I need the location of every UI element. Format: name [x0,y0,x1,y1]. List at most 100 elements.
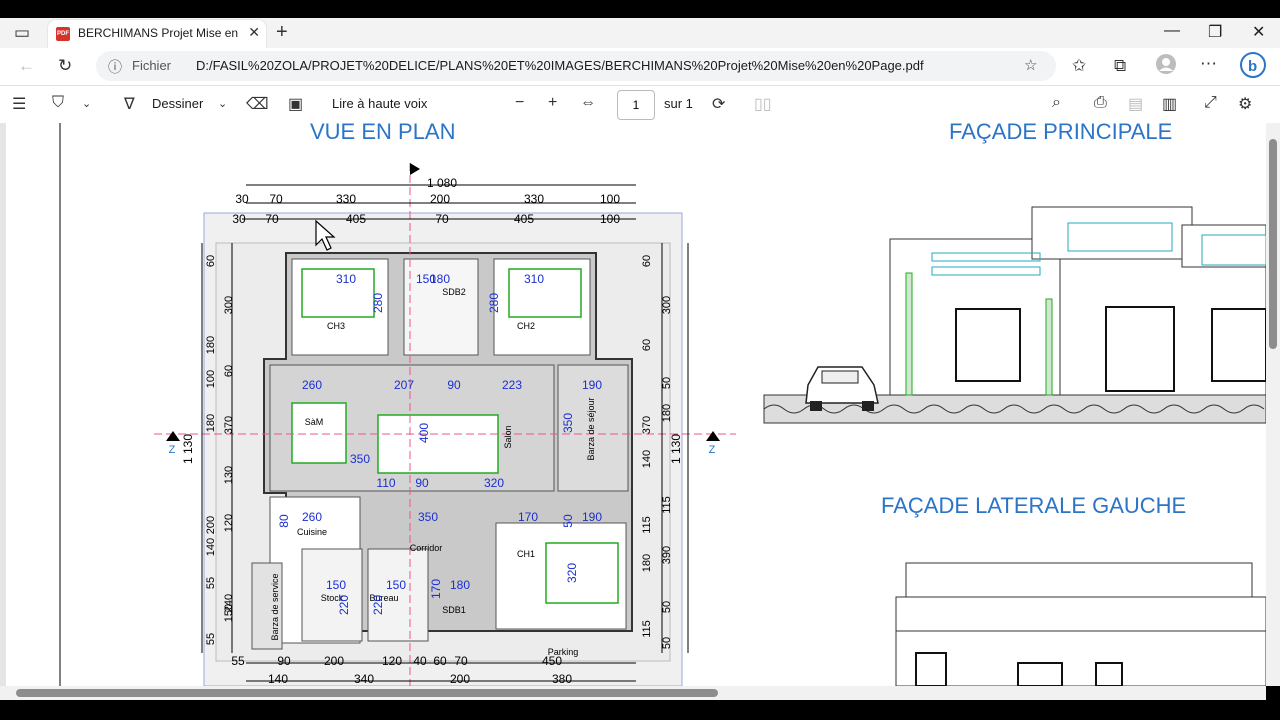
close-icon[interactable]: ✕ [248,24,260,41]
bottom-dim-label: 70 [454,654,468,668]
address-url[interactable]: D:/FASIL%20ZOLA/PROJET%20DELICE/PLANS%20… [196,58,924,73]
left-dim-label: 130 [223,466,235,484]
room-label: Salon [503,425,513,448]
tab-pdf[interactable]: PDF BERCHIMANS Projet Mise en Page ✕ [48,20,266,48]
bottom-dim-label: 120 [382,654,402,668]
left-dim-label: 100 [205,370,217,388]
room-dim-label: 180 [430,272,450,286]
more-menu-icon[interactable]: ⋯ [1200,54,1217,74]
room-dim-label: 180 [450,578,470,592]
bottom-dim-label: 55 [231,654,245,668]
top-dim-label: 70 [269,192,283,206]
room-label: CH1 [517,549,535,559]
eraser-icon[interactable]: ⌫ [246,94,269,114]
room-label: CH3 [327,321,345,331]
bing-icon[interactable]: b [1240,52,1266,83]
read-aloud-button[interactable]: Lire à haute voix [332,96,427,111]
bottom-dim-label: 140 [268,672,288,686]
right-dim-label: 370 [641,416,653,434]
bottom-dim-label: 200 [324,654,344,668]
restore-icon[interactable]: ❐ [1208,22,1222,42]
refresh-icon[interactable]: ↻ [58,56,72,76]
room-dim-label: 260 [302,510,322,524]
info-icon[interactable]: ⓘ [108,57,122,77]
window-close-icon[interactable]: ✕ [1252,22,1265,42]
draw-icon[interactable]: ∇ [124,94,135,114]
room-dim-label: 190 [582,510,602,524]
room-dim-label: 190 [582,378,602,392]
room-dim-label: 260 [302,378,322,392]
room-dim-label: 320 [484,476,504,490]
room-label: Cuisine [297,527,327,537]
bottom-dim-label: 40 [413,654,427,668]
left-dim-label: 55 [205,633,217,645]
back-icon[interactable]: ← [18,56,35,76]
facade-principale [763,206,1266,424]
minimize-icon[interactable]: — [1164,22,1180,40]
room-label: CH2 [517,321,535,331]
horizontal-scrollbar[interactable] [0,686,1266,700]
address-bar[interactable]: ⓘ Fichier D:/FASIL%20ZOLA/PROJET%20DELIC… [96,51,1056,81]
bottom-dim-label: 200 [450,672,470,686]
new-tab-button[interactable]: + [276,21,288,44]
address-scheme: Fichier [132,58,172,73]
highlight-icon[interactable]: ⛉ [52,94,64,112]
right-dim-label: 115 [661,496,673,514]
fit-width-icon[interactable]: ⇔ [580,94,596,112]
print-icon[interactable]: ⎙ [1094,94,1107,112]
two-page-icon[interactable]: ▯▯ [754,94,772,114]
room-dim-label: 207 [394,378,414,392]
right-dim-label: 50 [661,637,673,649]
draw-button[interactable]: Dessiner [152,96,203,111]
right-dim-label: 300 [661,296,673,314]
text-icon[interactable]: ▣ [288,94,303,114]
room-dim-label: 400 [417,423,431,443]
horizontal-scroll-thumb[interactable] [16,689,718,697]
contents-icon[interactable]: ☰ [12,94,26,114]
rotate-icon[interactable]: ⟳ [712,94,725,114]
left-dim-label: 180 [205,336,217,354]
page-number-input[interactable]: 1 [617,90,655,120]
section-marker-left: Z [169,444,176,456]
room-dim-label: 350 [418,510,438,524]
profile-avatar[interactable] [1156,54,1176,79]
svg-text:b: b [1248,58,1257,75]
draw-chevron-down-icon[interactable]: ⌄ [218,97,227,110]
facade-laterale-gauche [895,562,1266,686]
total-depth-left-label: 1 130 [181,434,195,464]
vertical-scroll-thumb[interactable] [1269,139,1277,349]
chevron-down-icon[interactable]: ⌄ [82,97,91,110]
room-dim-label: 220 [371,595,385,615]
zoom-out-icon[interactable]: − [515,94,524,112]
room-label: Parking [548,647,579,657]
gear-icon[interactable]: ⚙ [1238,94,1252,114]
pdf-viewer[interactable]: VUE EN PLAN FAÇADE PRINCIPALE FAÇADE LAT… [0,123,1280,686]
room-dim-label: 90 [447,378,461,392]
zoom-in-icon[interactable]: + [548,94,557,112]
top-dim-label: 70 [265,212,279,226]
save-icon[interactable]: ▤ [1128,94,1143,114]
add-favorite-icon[interactable]: ☆ [1024,56,1037,74]
total-width-label: 1 080 [427,176,457,190]
fullscreen-icon[interactable]: ⤢ [1204,94,1217,112]
left-dim-label: 60 [223,365,235,377]
tab-actions-icon[interactable]: ▭ [14,23,30,43]
collections-icon[interactable]: ⧉ [1114,56,1126,76]
vertical-scrollbar[interactable] [1266,123,1280,686]
room-dim-label: 80 [277,514,291,528]
top-dim-label: 330 [336,192,356,206]
save-as-icon[interactable]: ▥ [1162,94,1177,114]
favorites-icon[interactable]: ✩ [1072,56,1086,76]
room-dim-label: 170 [518,510,538,524]
pdf-icon: PDF [56,27,70,41]
page-total: sur 1 [664,96,693,111]
right-dim-label: 140 [641,450,653,468]
right-dim-label: 60 [641,255,653,267]
search-icon[interactable]: ⌕ [1052,94,1061,112]
right-dim-label: 180 [641,554,653,572]
right-dim-label: 60 [641,339,653,351]
top-dim-label: 100 [600,192,620,206]
room-dim-label: 320 [565,563,579,583]
room-dim-label: 170 [429,579,443,599]
room-dim-label: 220 [337,595,351,615]
